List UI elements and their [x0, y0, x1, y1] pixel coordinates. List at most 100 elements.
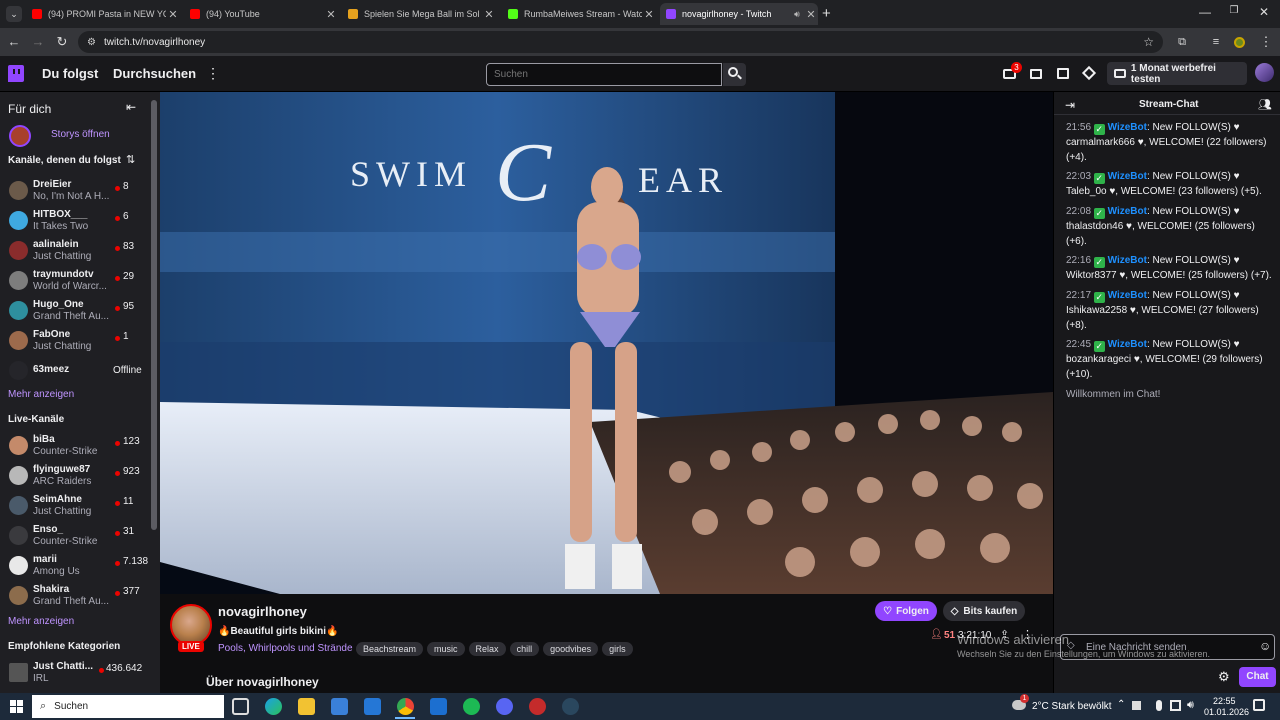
sidebar-channel[interactable]: aalinalein Just Chatting 83 — [0, 236, 150, 266]
user-avatar[interactable] — [1255, 63, 1274, 82]
tag-chip[interactable]: music — [427, 642, 465, 656]
search-input[interactable] — [486, 63, 722, 86]
close-tab-icon[interactable]: ✕ — [482, 8, 496, 21]
browser-tab-active[interactable]: novagirlhoney - Twitch 🔊︎ ✕ — [660, 3, 818, 25]
message-user[interactable]: WizeBot — [1108, 339, 1147, 350]
tag-chip[interactable]: goodvibes — [543, 642, 599, 656]
address-bar[interactable]: ⚙ twitch.tv/novagirlhoney ☆ — [78, 31, 1163, 53]
mail-icon[interactable] — [331, 698, 348, 715]
extensions-icon[interactable]: ⧉ — [1173, 33, 1191, 51]
collapse-sidebar-icon[interactable]: ⇤ — [126, 100, 136, 114]
steam-icon[interactable] — [562, 698, 579, 715]
sidebar-channel[interactable]: HITBOX___ It Takes Two 6 — [0, 206, 150, 236]
close-tab-icon[interactable]: ✕ — [324, 8, 338, 21]
task-view-icon[interactable] — [232, 698, 249, 715]
clock-time[interactable]: 22:55 — [1213, 696, 1236, 706]
browser-tab[interactable]: (94) PROMI Pasta in NEW YORK ✕ — [26, 3, 180, 25]
inbox-icon[interactable] — [1030, 69, 1042, 79]
tab-search-button[interactable]: ⌄ — [6, 6, 22, 22]
discord-icon[interactable] — [496, 698, 513, 715]
browser-tab[interactable]: (94) YouTube ✕ — [184, 3, 338, 25]
nav-browse[interactable]: Durchsuchen — [113, 66, 196, 81]
edge-icon[interactable] — [265, 698, 282, 715]
sidebar-channel-offline[interactable]: 63meez Offline — [0, 356, 150, 386]
category-link[interactable]: Pools, Whirlpools und Strände — [218, 643, 353, 654]
sidebar-scrollbar[interactable] — [151, 100, 157, 530]
community-icon[interactable]: 👥︎ — [1258, 98, 1272, 111]
microphone-icon[interactable] — [1156, 700, 1162, 711]
show-more-link[interactable]: Mehr anzeigen — [8, 616, 74, 627]
taskbar-search[interactable]: ⌕ Suchen — [32, 695, 224, 718]
file-explorer-icon[interactable] — [298, 698, 315, 715]
sidebar-channel[interactable]: Shakira Grand Theft Au... 377 — [0, 581, 150, 611]
ad-free-promo-button[interactable]: 1 Monat werbefrei testen — [1107, 62, 1247, 85]
message-user[interactable]: WizeBot — [1108, 290, 1147, 301]
browser-tab[interactable]: RumbaMeiwes Stream - Watch ✕ — [502, 3, 656, 25]
nav-following[interactable]: Du folgst — [42, 66, 98, 81]
message-user[interactable]: WizeBot — [1108, 255, 1147, 266]
more-menu-icon[interactable]: ⋮ — [206, 65, 220, 82]
tray-chevron-icon[interactable]: ⌃ — [1117, 699, 1125, 710]
follow-button[interactable]: ♡ Folgen — [875, 601, 937, 621]
back-icon[interactable]: ← — [5, 33, 23, 51]
tag-chip[interactable]: Relax — [468, 642, 506, 656]
store-icon[interactable] — [364, 698, 381, 715]
emote-picker-icon[interactable]: ☺ — [1259, 639, 1271, 653]
sidebar-channel[interactable]: traymundotv World of Warcr... 29 — [0, 266, 150, 296]
sidebar-channel[interactable]: SeimAhne Just Chatting 11 — [0, 491, 150, 521]
windows-start-icon[interactable] — [10, 700, 23, 713]
bits-icon[interactable] — [1081, 65, 1097, 81]
video-player[interactable]: SWIM C EAR — [160, 92, 1053, 594]
clock-date[interactable]: 01.01.2026 — [1204, 707, 1249, 717]
sidebar-channel[interactable]: Enso_ Counter-Strike 31 — [0, 521, 150, 551]
reload-icon[interactable]: ↻ — [53, 33, 71, 51]
chat-settings-icon[interactable]: ⚙ — [1218, 669, 1230, 685]
media-player-icon[interactable] — [430, 698, 447, 715]
notification-center-icon[interactable] — [1253, 699, 1265, 711]
tray-app-icon[interactable] — [1132, 701, 1141, 710]
minimize-icon[interactable]: — — [1195, 5, 1215, 19]
close-tab-icon[interactable]: ✕ — [166, 8, 180, 21]
sidebar-channel[interactable]: DreiEier No, I'm Not A H... 8 — [0, 176, 150, 206]
sidebar-channel[interactable]: flyinguwe87 ARC Raiders 923 — [0, 461, 150, 491]
site-info-icon[interactable]: ⚙ — [87, 37, 96, 48]
close-tab-icon[interactable]: ✕ — [642, 8, 656, 21]
restore-icon[interactable]: ❐ — [1224, 5, 1244, 16]
channel-avatar[interactable] — [170, 604, 212, 646]
profile-avatar[interactable] — [1234, 37, 1245, 48]
browser-menu-icon[interactable]: ⋮ — [1257, 33, 1275, 51]
stories-avatar[interactable] — [9, 125, 31, 147]
close-tab-icon[interactable]: ✕ — [804, 8, 818, 21]
message-user[interactable]: WizeBot — [1108, 171, 1147, 182]
channel-name[interactable]: novagirlhoney — [218, 604, 307, 619]
sidebar-channel[interactable]: Hugo_One Grand Theft Au... 95 — [0, 296, 150, 326]
collapse-chat-icon[interactable]: ⇥ — [1065, 98, 1075, 112]
browser-tab[interactable]: Spielen Sie Mega Ball im Sol Ca ✕ — [342, 3, 496, 25]
app-icon[interactable] — [529, 698, 546, 715]
spotify-icon[interactable] — [463, 698, 480, 715]
network-icon[interactable] — [1170, 700, 1181, 711]
close-window-icon[interactable]: ✕ — [1254, 5, 1274, 19]
tag-chip[interactable]: chill — [509, 642, 540, 656]
tag-chip[interactable]: girls — [602, 642, 633, 656]
forward-icon[interactable]: → — [29, 33, 47, 51]
tag-chip[interactable]: Beachstream — [356, 642, 424, 656]
volume-icon[interactable]: 🔊︎ — [1187, 699, 1194, 712]
sidebar-channel[interactable]: marii Among Us 7.138 — [0, 551, 150, 581]
send-chat-button[interactable]: Chat — [1239, 667, 1276, 687]
stories-link[interactable]: Storys öffnen — [51, 129, 110, 140]
reading-list-icon[interactable]: ≡ — [1207, 33, 1225, 51]
twitch-logo-icon[interactable] — [8, 65, 24, 82]
mute-tab-icon[interactable]: 🔊︎ — [790, 9, 804, 20]
show-more-link[interactable]: Mehr anzeigen — [8, 389, 74, 400]
message-user[interactable]: WizeBot — [1108, 206, 1147, 217]
sort-icon[interactable]: ⇅ — [126, 153, 135, 166]
bits-button[interactable]: ◇ Bits kaufen — [943, 601, 1025, 621]
whispers-icon[interactable] — [1057, 68, 1069, 79]
bookmark-star-icon[interactable]: ☆ — [1143, 35, 1154, 49]
chrome-icon[interactable] — [397, 698, 414, 715]
sidebar-channel[interactable]: FabOne Just Chatting 1 — [0, 326, 150, 356]
message-user[interactable]: WizeBot — [1108, 122, 1147, 133]
search-button[interactable] — [723, 63, 746, 86]
sidebar-category[interactable]: Just Chatti... IRL 436.642 — [0, 658, 150, 688]
